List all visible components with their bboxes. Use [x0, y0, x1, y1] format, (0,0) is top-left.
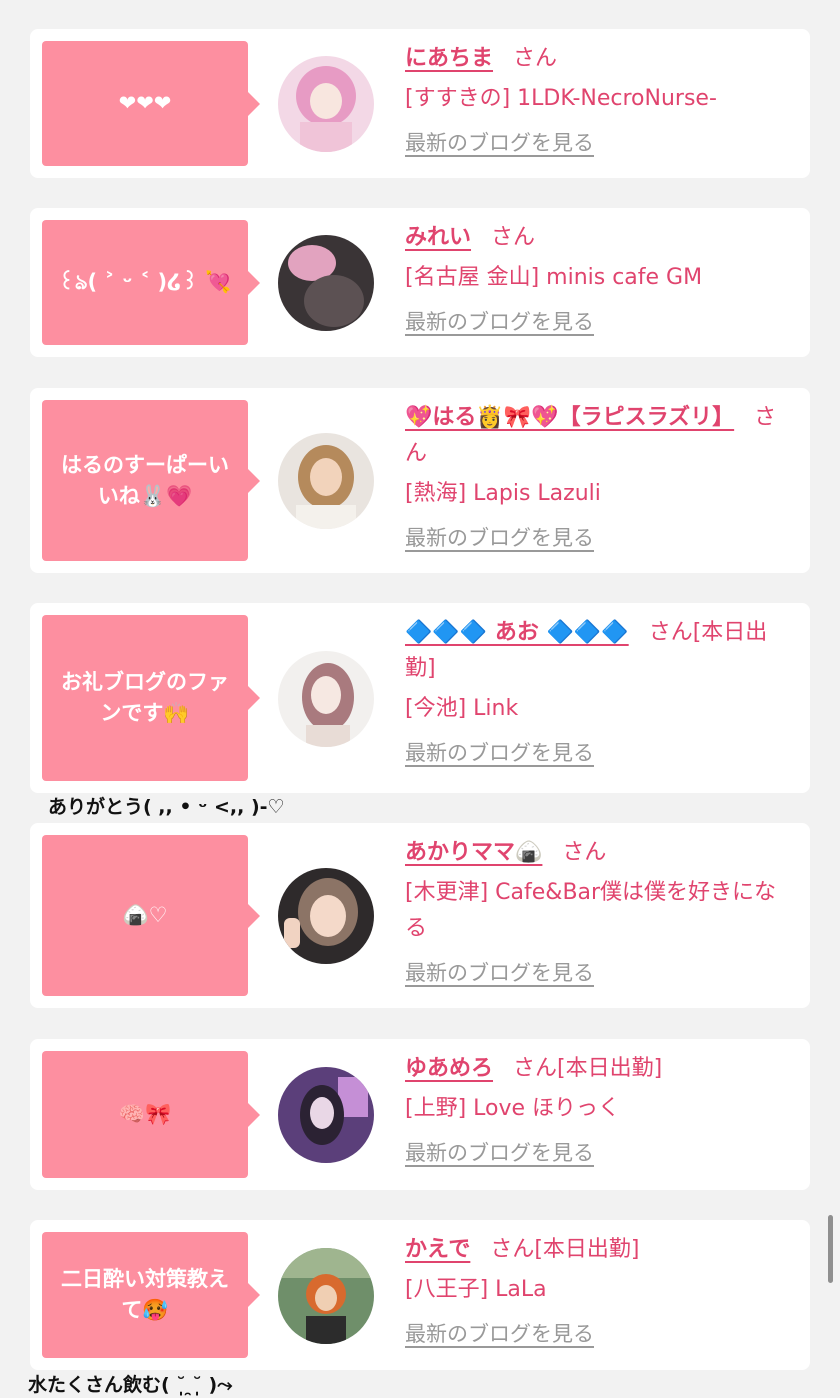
- message-bubble: ❤︎❤︎❤︎: [42, 41, 260, 166]
- reply-comment: 水たくさん飲む( ˘̩̩̩ ̯˘̩̩̩ )⤳: [28, 1374, 233, 1396]
- message-bubble: 二日酔い対策教えて🥵: [42, 1232, 260, 1358]
- shop-label: [今池] Link: [405, 696, 519, 721]
- blog-link[interactable]: 最新のブログを見る: [405, 1135, 594, 1171]
- shop-label: [上野] Love ほりっく: [405, 1096, 621, 1121]
- avatar[interactable]: [278, 235, 374, 331]
- list-item: 🧠🎀 ゆあめろ さん[本日出勤] [上野] Love ほりっく 最新のブログを見る: [30, 1039, 810, 1190]
- avatar[interactable]: [278, 651, 374, 747]
- user-name-link[interactable]: 🔷🔷🔷 あお 🔷🔷🔷: [405, 620, 629, 645]
- user-name-link[interactable]: 💖はる👸🎀💖【ラピスラズリ】: [405, 405, 734, 430]
- avatar[interactable]: [278, 433, 374, 529]
- honorific: さん[本日出勤]: [490, 1237, 640, 1262]
- list-item: お礼ブログのファンです🙌 🔷🔷🔷 あお 🔷🔷🔷 さん[本日出勤] [今池] Lin…: [30, 603, 810, 793]
- user-name-link[interactable]: あかりママ🍙: [405, 840, 542, 865]
- scrollbar[interactable]: [828, 1215, 833, 1283]
- user-info: かえで さん[本日出勤] [八王子] LaLa 最新のブログを見る: [405, 1232, 792, 1353]
- blog-link[interactable]: 最新のブログを見る: [405, 304, 594, 340]
- user-name-link[interactable]: みれい: [405, 225, 471, 250]
- shop-label: [木更津] Cafe&Bar僕は僕を好きになる: [405, 880, 777, 941]
- reply-comment: ありがとう( ,, • ᵕ <,, )-♡: [48, 796, 285, 818]
- message-bubble: 🧠🎀: [42, 1051, 260, 1178]
- user-name-link[interactable]: ゆあめろ: [405, 1056, 493, 1081]
- honorific: さん: [562, 840, 607, 865]
- avatar[interactable]: [278, 1248, 374, 1344]
- message-text: 二日酔い対策教えて🥵: [61, 1267, 229, 1322]
- honorific: さん: [491, 225, 536, 250]
- avatar[interactable]: [278, 56, 374, 152]
- message-text: 🧠🎀: [118, 1102, 172, 1126]
- user-info: みれい さん [名古屋 金山] minis cafe GM 最新のブログを見る: [405, 220, 792, 341]
- user-name-link[interactable]: にあちま: [405, 46, 493, 71]
- honorific: さん: [513, 46, 558, 71]
- user-info: にあちま さん [すすきの] 1LDK-NecroNurse- 最新のブログを見る: [405, 41, 792, 162]
- user-name-link[interactable]: かえで: [405, 1237, 470, 1262]
- user-info: 🔷🔷🔷 あお 🔷🔷🔷 さん[本日出勤] [今池] Link 最新のブログを見る: [405, 615, 792, 772]
- user-info: あかりママ🍙 さん [木更津] Cafe&Bar僕は僕を好きになる 最新のブログを…: [405, 835, 792, 992]
- blog-link[interactable]: 最新のブログを見る: [405, 1316, 594, 1352]
- list-item: はるのすーぱーいいね🐰💗 💖はる👸🎀💖【ラピスラズリ】 さん [熱海] Lapis…: [30, 388, 810, 573]
- message-text: ꒰ঌ( ˃ ᵕ ˂ )໒꒱ 💘: [58, 270, 232, 294]
- message-text: 🍙♡: [122, 903, 168, 927]
- shop-label: [名古屋 金山] minis cafe GM: [405, 265, 703, 290]
- blog-link[interactable]: 最新のブログを見る: [405, 735, 594, 771]
- honorific: さん[本日出勤]: [513, 1056, 663, 1081]
- message-text: はるのすーぱーいいね🐰💗: [61, 452, 229, 508]
- user-info: 💖はる👸🎀💖【ラピスラズリ】 さん [熱海] Lapis Lazuli 最新のブロ…: [405, 400, 792, 557]
- message-text: ❤︎❤︎❤︎: [118, 91, 172, 115]
- blog-link[interactable]: 最新のブログを見る: [405, 520, 594, 556]
- message-bubble: はるのすーぱーいいね🐰💗: [42, 400, 260, 561]
- message-bubble: お礼ブログのファンです🙌: [42, 615, 260, 781]
- list-item: ❤︎❤︎❤︎ にあちま さん [すすきの] 1LDK-NecroNurse- 最新…: [30, 29, 810, 178]
- avatar[interactable]: [278, 868, 374, 964]
- blog-link[interactable]: 最新のブログを見る: [405, 125, 594, 161]
- shop-label: [熱海] Lapis Lazuli: [405, 481, 601, 506]
- message-bubble: ꒰ঌ( ˃ ᵕ ˂ )໒꒱ 💘: [42, 220, 260, 345]
- shop-label: [すすきの] 1LDK-NecroNurse-: [405, 86, 717, 111]
- page: ❤︎❤︎❤︎ にあちま さん [すすきの] 1LDK-NecroNurse- 最新…: [0, 0, 840, 1398]
- message-bubble: 🍙♡: [42, 835, 260, 996]
- blog-link[interactable]: 最新のブログを見る: [405, 955, 594, 991]
- user-info: ゆあめろ さん[本日出勤] [上野] Love ほりっく 最新のブログを見る: [405, 1051, 792, 1172]
- avatar[interactable]: [278, 1067, 374, 1163]
- list-item: ꒰ঌ( ˃ ᵕ ˂ )໒꒱ 💘 みれい さん [名古屋 金山] minis caf…: [30, 208, 810, 357]
- list-item: 🍙♡ あかりママ🍙 さん [木更津] Cafe&Bar僕は僕を好きになる 最新のブ…: [30, 823, 810, 1008]
- message-text: お礼ブログのファンです🙌: [61, 670, 229, 725]
- shop-label: [八王子] LaLa: [405, 1277, 547, 1302]
- list-item: 二日酔い対策教えて🥵 かえで さん[本日出勤] [八王子] LaLa 最新のブログ…: [30, 1220, 810, 1370]
